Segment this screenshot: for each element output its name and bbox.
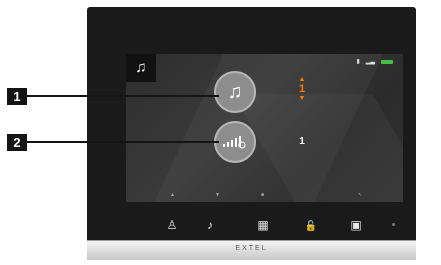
volume-bars-icon	[223, 136, 246, 149]
music-bell-icon: ♪	[207, 218, 213, 232]
camera-button[interactable]: ▣	[347, 218, 365, 232]
menu-button[interactable]: ▦	[254, 218, 272, 232]
ringtone-selector[interactable]: ▲ 1 ▼	[296, 76, 308, 102]
user-icon: ♙	[166, 218, 178, 232]
arrow-down-icon[interactable]: ▼	[296, 95, 308, 102]
ringtone-value: 1	[298, 83, 306, 95]
signal-icon: ▂▃	[365, 59, 375, 65]
volume-setting-button[interactable]	[214, 121, 256, 163]
ringtone-button[interactable]: ♪	[201, 218, 219, 232]
status-bar: ▮ ▂▃	[356, 58, 393, 65]
callout-line-2	[27, 141, 219, 143]
brand-logo: EXTEL	[235, 245, 268, 252]
music-note-icon: ♫	[126, 54, 156, 82]
callout-label-2: 2	[7, 134, 27, 151]
camera-icon: ▣	[350, 218, 362, 232]
callout-line-1	[27, 95, 219, 97]
nav-back-icon: ↖	[358, 192, 363, 198]
nav-menu-icon: ■	[261, 192, 265, 198]
intercom-screen: ♫ ▮ ▂▃ ♫ ▲ 1 ▼ 1 ▲ ▼ ■ ↖	[126, 54, 403, 202]
unlock-button[interactable]: 🔓	[302, 218, 320, 232]
music-note-icon: ♫	[227, 80, 243, 103]
device-bottom-band: EXTEL	[87, 240, 416, 260]
grid-icon: ▦	[257, 218, 269, 232]
padlock-icon: 🔓	[304, 221, 318, 232]
ringtone-setting-button[interactable]: ♫	[214, 71, 256, 113]
user-button[interactable]: ♙	[163, 218, 181, 232]
sd-card-icon: ▮	[356, 59, 360, 65]
callout-label-1: 1	[7, 88, 27, 105]
indicator-dot	[392, 223, 395, 226]
volume-value: 1	[299, 136, 305, 147]
nav-down-icon: ▼	[215, 192, 220, 198]
battery-icon	[381, 59, 393, 64]
arrow-up-icon[interactable]: ▲	[296, 76, 308, 83]
nav-hints: ▲ ▼ ■ ↖	[126, 192, 403, 202]
nav-up-icon: ▲	[170, 192, 175, 198]
